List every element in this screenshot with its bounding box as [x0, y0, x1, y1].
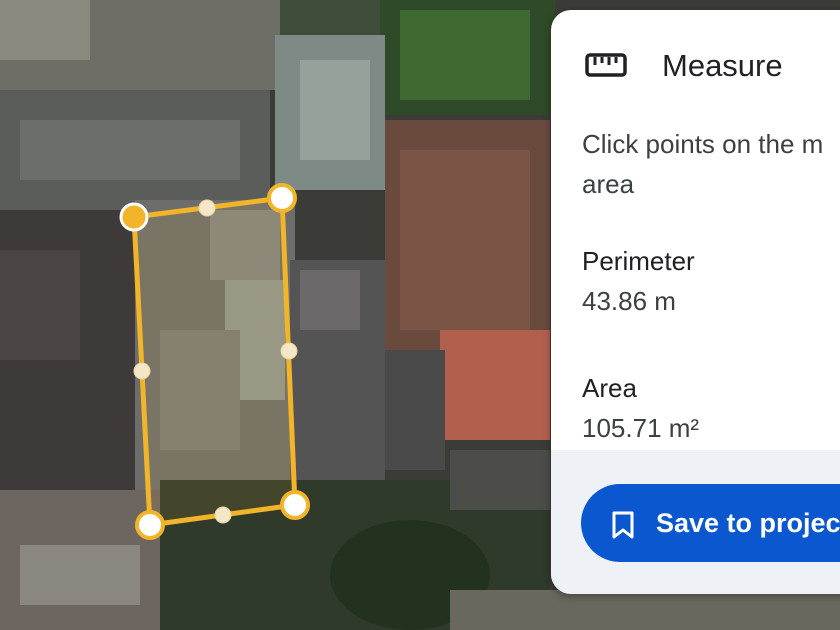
vertex-handle[interactable]	[135, 510, 165, 540]
instructions-line: area	[582, 169, 635, 199]
midpoint-handle[interactable]	[280, 342, 298, 360]
midpoint-handle[interactable]	[198, 199, 216, 217]
midpoint-handle[interactable]	[214, 506, 232, 524]
area-label: Area	[582, 373, 637, 403]
panel-header: Measure	[551, 10, 840, 120]
save-to-project-button[interactable]: Save to projec	[581, 484, 840, 562]
perimeter-label: Perimeter	[582, 246, 695, 276]
perimeter-value: 43.86 m	[582, 286, 676, 316]
bookmark-icon	[612, 511, 634, 539]
vertex-handle[interactable]	[280, 490, 310, 520]
panel-title: Measure	[662, 48, 783, 83]
measured-area	[131, 195, 298, 528]
measure-instructions: Click points on the m area	[582, 124, 840, 204]
save-button-label: Save to projec	[656, 508, 840, 538]
panel-footer: Save to projec	[551, 450, 840, 594]
instructions-line: Click points on the m	[582, 129, 824, 159]
active-vertex[interactable]	[119, 202, 149, 232]
vertex-handle[interactable]	[267, 183, 297, 213]
measure-panel: Measure Click points on the m area Perim…	[551, 10, 840, 594]
midpoint-handle[interactable]	[133, 362, 151, 380]
ruler-icon	[585, 53, 627, 77]
area-value: 105.71 m²	[582, 413, 700, 443]
